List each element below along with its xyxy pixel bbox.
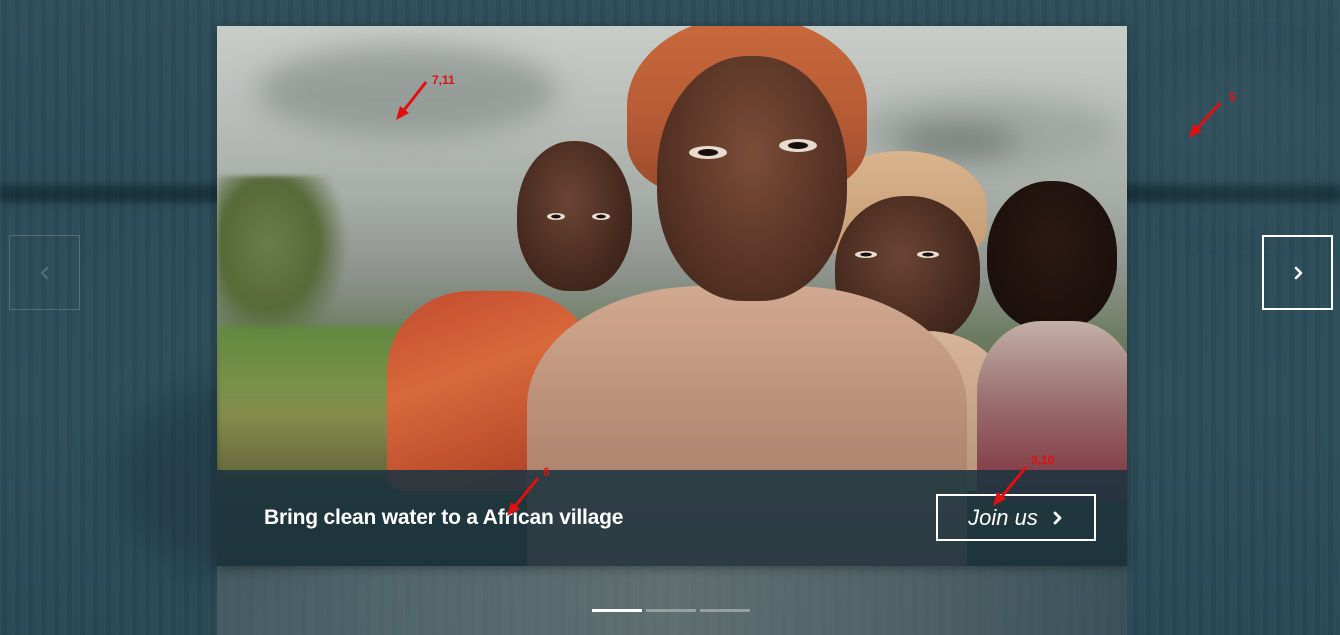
pagination-dot-1[interactable]: [592, 609, 642, 612]
annotation-label-4: 9,10: [1031, 453, 1055, 467]
prev-slide-button[interactable]: [9, 235, 80, 310]
chevron-right-icon: [1294, 266, 1302, 279]
annotation-label-2: 5: [1229, 90, 1236, 104]
slide-caption: Bring clean water to a African village: [264, 506, 624, 529]
palm-tree: [217, 176, 347, 346]
next-slide-button[interactable]: [1262, 235, 1333, 310]
annotation-label-3: 6: [543, 465, 550, 479]
annotation-arrow-4: [993, 466, 1028, 506]
annotation-arrow-3: [507, 477, 540, 516]
slider-section: Bring clean water to a African village J…: [0, 0, 1340, 635]
slider-pagination: [592, 609, 750, 612]
pagination-dot-3[interactable]: [700, 609, 750, 612]
chevron-left-icon: [40, 266, 48, 279]
pagination-dot-2[interactable]: [646, 609, 696, 612]
chevron-right-icon: [1053, 511, 1062, 524]
annotation-arrow-1: [396, 81, 428, 120]
annotation-label-1: 7,11: [432, 73, 455, 87]
next-slide-peek: [217, 560, 1127, 635]
annotation-arrow-2: [1189, 101, 1222, 138]
